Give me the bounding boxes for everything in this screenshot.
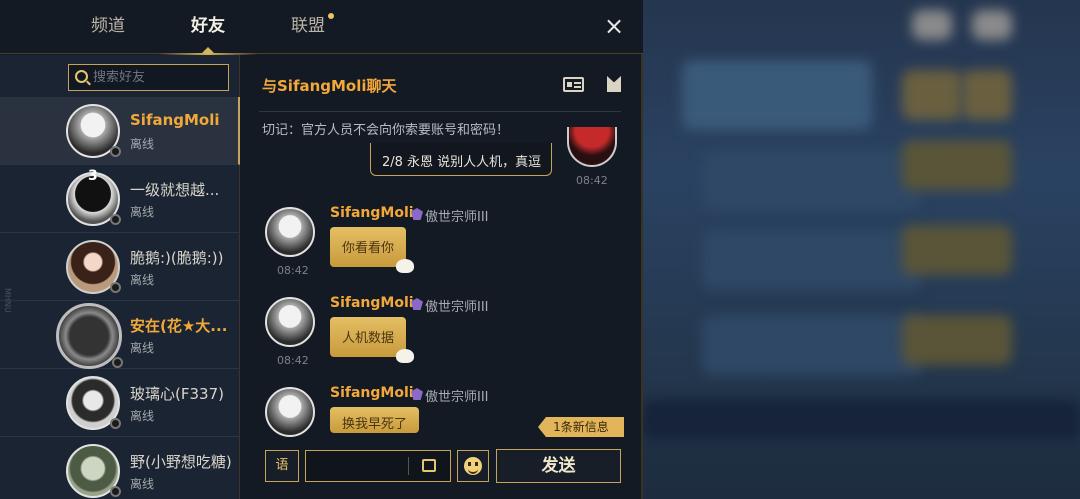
bunny-decoration-icon — [396, 259, 415, 273]
close-icon[interactable]: × — [600, 12, 628, 40]
friend-status: 离线 — [130, 477, 155, 491]
friend-avatar: 3 — [66, 168, 121, 226]
bunny-decoration-icon — [396, 349, 415, 363]
tab-label: 频道 — [91, 16, 125, 36]
friend-status: 离线 — [130, 341, 155, 355]
friend-name: 玻璃心(F337) — [130, 385, 224, 403]
blurred-panel — [702, 150, 922, 210]
friend-name: 野(小野想吃糖) — [130, 453, 232, 471]
sender-name: SifangMoli — [330, 295, 414, 311]
blurred-panel — [962, 70, 1012, 120]
message-time: 08:42 — [277, 354, 309, 367]
friends-chat-panel: 频道 好友 联盟 × MHNU SifangMoli 离线 — [0, 0, 643, 499]
sender-rank: 傲世宗师III — [425, 300, 489, 315]
message-time: 08:42 — [277, 264, 309, 277]
chat-input-bar: 语 发送 — [241, 444, 641, 499]
message-time: 08:42 — [576, 174, 608, 187]
message-text: 人机数据 — [342, 331, 395, 346]
blurred-panel — [972, 10, 1012, 40]
voice-button[interactable]: 语 — [265, 450, 299, 482]
offline-status-icon — [110, 146, 121, 157]
friend-item[interactable]: 玻璃心(F337) 离线 — [0, 369, 240, 437]
avatar — [265, 207, 315, 257]
sender-name: SifangMoli — [330, 205, 414, 221]
security-warning: 切记：官方人员不会向你索要账号和密码！ — [262, 123, 510, 138]
background-game-view — [642, 0, 1080, 499]
friend-name: 一级就想越... — [130, 181, 220, 199]
offline-status-icon — [112, 357, 123, 368]
friend-avatar — [66, 240, 121, 294]
my-message-bubble: 2/8 永恩 说别人人机，真逗 — [370, 143, 552, 176]
blurred-panel — [642, 400, 1080, 440]
message-bubble: 人机数据 — [330, 317, 415, 363]
friend-item[interactable]: 野(小野想吃糖) 离线 — [0, 437, 240, 499]
friend-item[interactable]: 安在(花★大... 离线 — [0, 301, 240, 369]
friend-avatar — [66, 444, 121, 498]
tab-active-caret — [202, 47, 214, 53]
message-input[interactable] — [305, 450, 451, 482]
friend-item[interactable]: 脆鹅:)(脆鹅:)) 离线 — [0, 233, 240, 301]
friend-avatar — [56, 303, 123, 369]
friend-status: 离线 — [130, 273, 155, 287]
tab-label: 联盟 — [291, 16, 325, 36]
notification-dot — [328, 13, 334, 19]
message-bubble: 你看看你 — [330, 227, 415, 273]
search-input[interactable] — [93, 65, 225, 90]
tab-channel[interactable]: 频道 — [58, 0, 158, 54]
offline-status-icon — [110, 486, 121, 497]
emoji-icon — [464, 457, 482, 475]
friend-status: 离线 — [130, 409, 155, 423]
blurred-panel — [912, 10, 952, 40]
friend-status: 离线 — [130, 137, 155, 151]
friend-name: 安在(花★大... — [130, 317, 228, 335]
blurred-panel — [902, 315, 1012, 365]
offline-status-icon — [110, 418, 121, 429]
send-button[interactable]: 发送 — [496, 449, 621, 483]
friend-list: MHNU SifangMoli 离线 3 一级就想越... 离线 — [0, 55, 240, 499]
search-icon — [75, 70, 88, 83]
message-text: 你看看你 — [342, 241, 395, 256]
friend-status: 离线 — [130, 205, 155, 219]
friend-name: 脆鹅:)(脆鹅:)) — [130, 249, 224, 267]
message-text: 换我早死了 — [342, 417, 408, 432]
offline-status-icon — [110, 214, 121, 225]
chat-area: 与SifangMoli聊天 切记：官方人员不会向你索要账号和密码！ 2/8 永恩… — [241, 55, 641, 499]
search-box[interactable] — [68, 64, 229, 91]
blurred-panel — [702, 230, 922, 290]
offline-status-icon — [110, 282, 121, 293]
avatar — [265, 297, 315, 347]
tab-alliance[interactable]: 联盟 — [258, 0, 358, 54]
blurred-panel — [682, 60, 872, 130]
divider — [408, 457, 409, 475]
friend-avatar — [66, 104, 121, 158]
chat-title: 与SifangMoli聊天 — [262, 77, 397, 95]
friend-item[interactable]: SifangMoli 离线 — [0, 97, 240, 165]
friend-item[interactable]: 3 一级就想越... 离线 — [0, 165, 240, 233]
my-avatar — [567, 127, 617, 167]
blurred-panel — [902, 70, 962, 120]
tab-friends[interactable]: 好友 — [158, 0, 258, 55]
sender-rank: 傲世宗师III — [425, 390, 489, 405]
sender-rank: 傲世宗师III — [425, 210, 489, 225]
avatar-badge-number: 3 — [88, 168, 98, 184]
blurred-panel — [702, 315, 922, 375]
sender-name: SifangMoli — [330, 385, 414, 401]
avatar — [265, 387, 315, 437]
blurred-panel — [902, 225, 1012, 275]
mail-icon[interactable] — [607, 76, 621, 92]
tab-bar: 频道 好友 联盟 × — [0, 0, 643, 55]
keyboard-icon[interactable] — [422, 459, 436, 472]
profile-card-icon[interactable] — [563, 77, 584, 92]
friend-avatar — [66, 376, 121, 430]
emoji-button[interactable] — [457, 450, 489, 482]
message-bubble: 换我早死了 — [330, 407, 420, 433]
chat-message: 08:42 SifangMoli 傲世宗师III 你看看你 — [265, 205, 625, 287]
blurred-panel — [902, 140, 1012, 190]
friend-name: SifangMoli — [130, 111, 220, 129]
chat-message: 08:42 SifangMoli 傲世宗师III 人机数据 — [265, 295, 625, 377]
tab-label: 好友 — [191, 16, 225, 36]
new-message-notice[interactable]: 1条新信息 — [538, 417, 624, 437]
divider — [259, 111, 621, 112]
